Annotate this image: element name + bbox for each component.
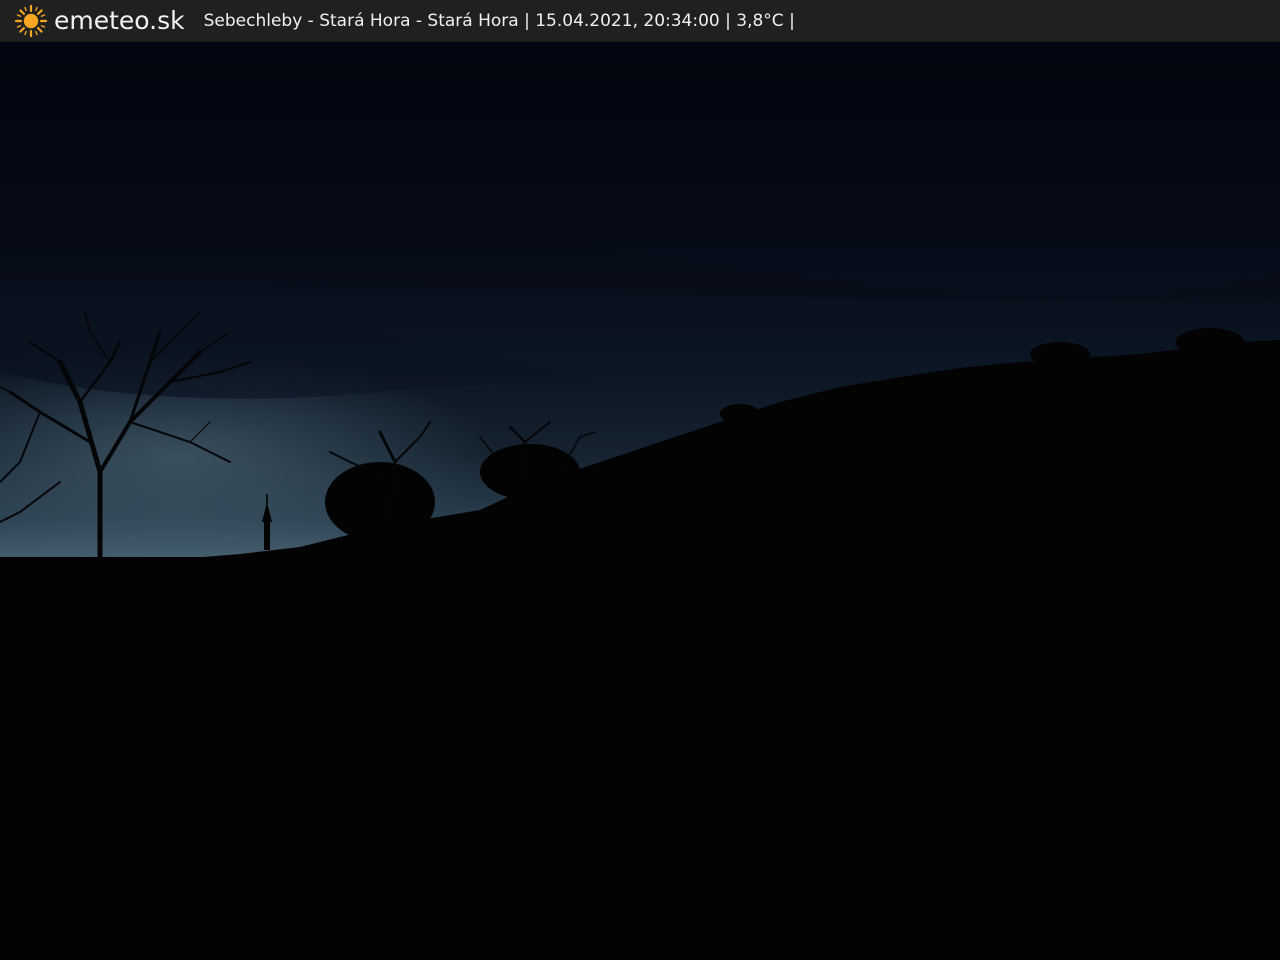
logo[interactable]: emeteo.sk xyxy=(14,0,185,42)
header-bar: emeteo.sk Sebechleby - Stará Hora - Star… xyxy=(0,0,1280,42)
webcam-image xyxy=(0,42,1280,960)
webcam-caption: Sebechleby - Stará Hora - Stará Hora | 1… xyxy=(203,11,795,31)
landscape-scene xyxy=(0,42,1280,960)
sun-icon xyxy=(14,4,48,38)
brand-name[interactable]: emeteo.sk xyxy=(54,0,185,42)
